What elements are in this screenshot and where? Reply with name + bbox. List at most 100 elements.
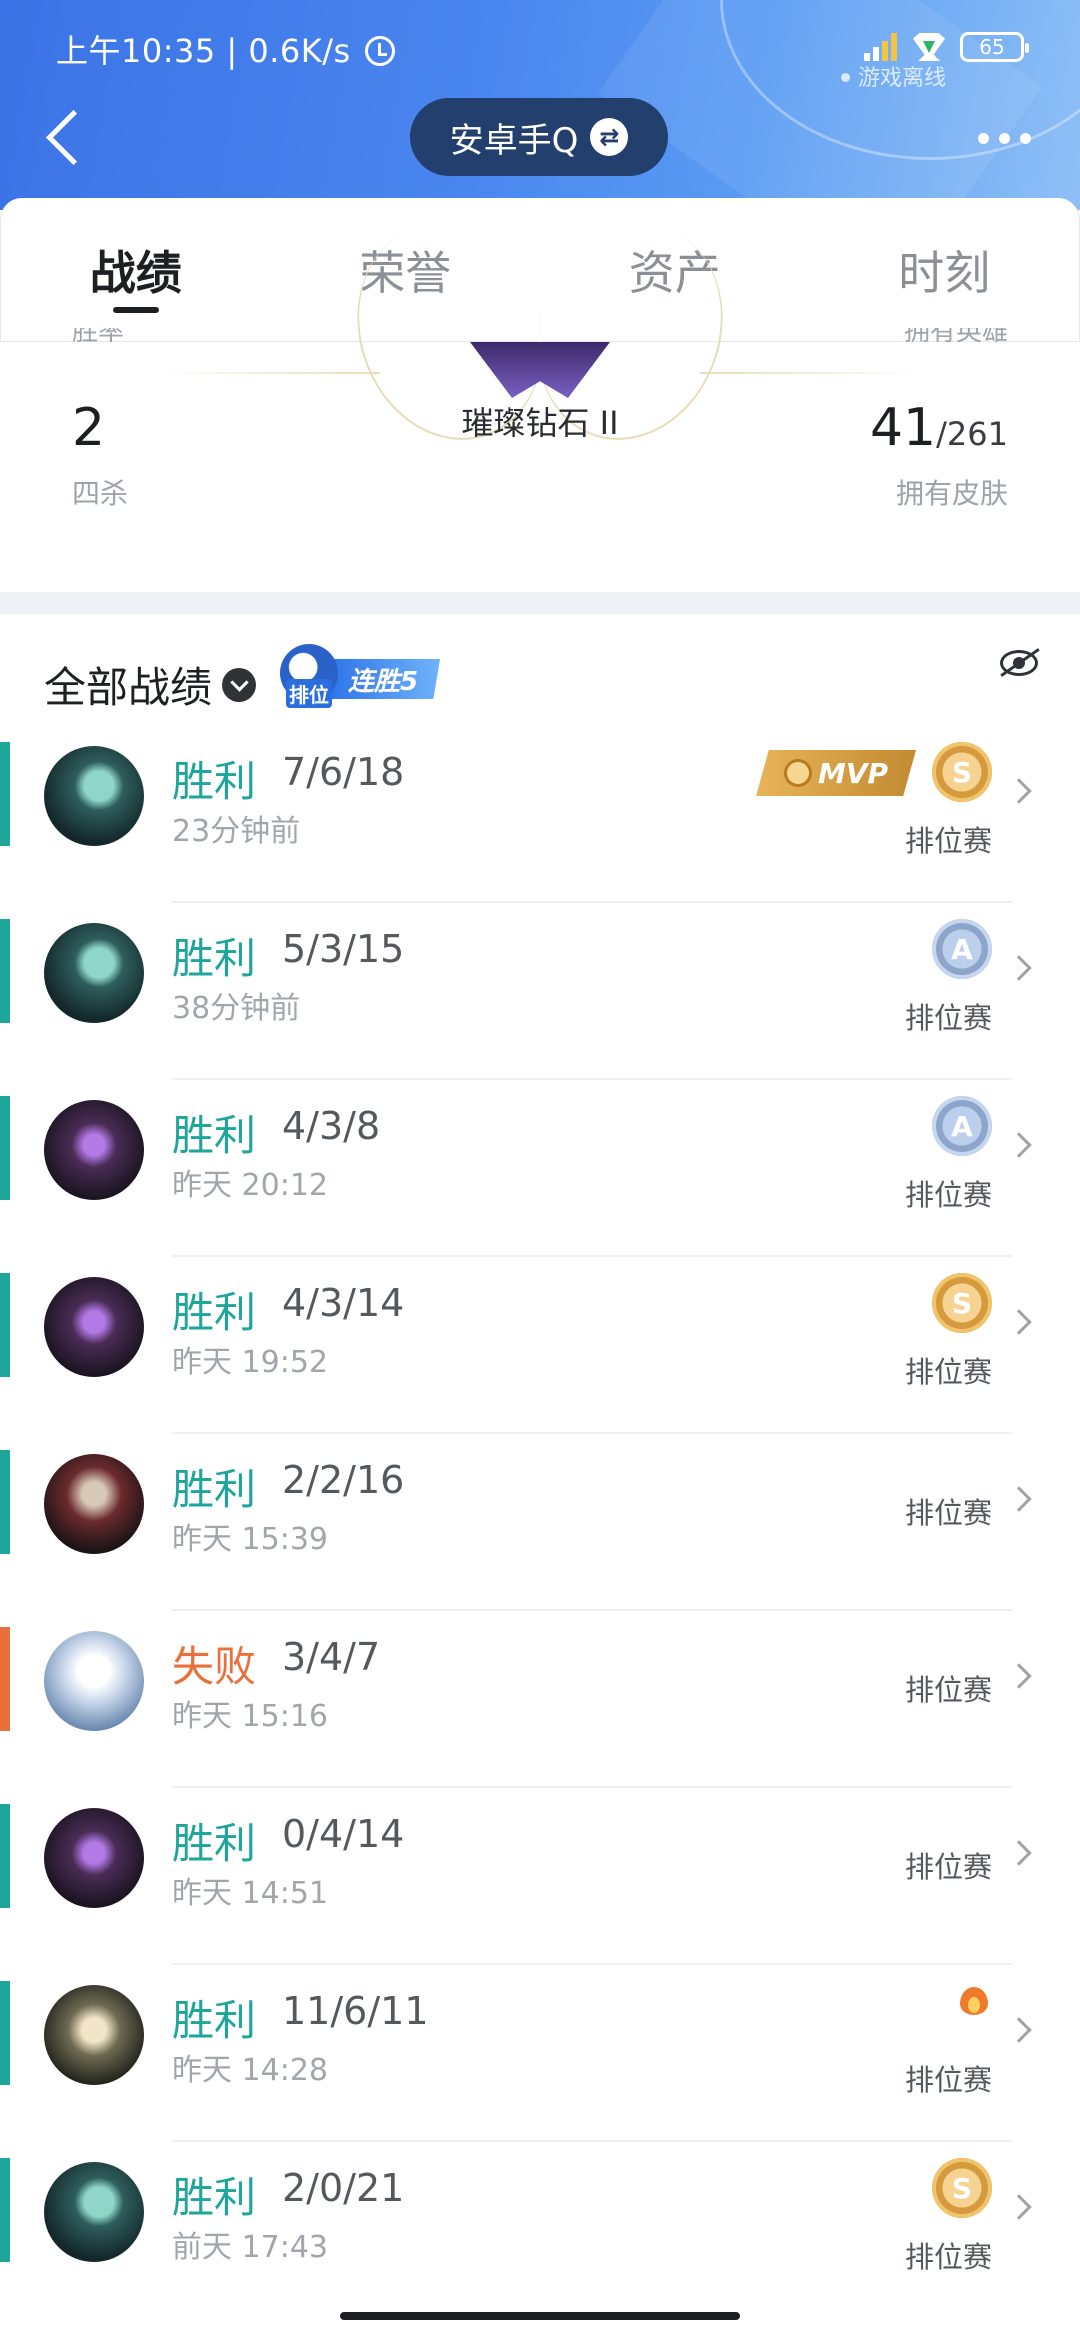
match-result: 胜利 — [172, 2173, 257, 2222]
win-rate-label: 胜率 — [72, 328, 125, 347]
tab-record[interactable]: 战绩 — [1, 198, 271, 341]
match-result: 胜利 — [172, 1111, 257, 1160]
mvp-coin-icon — [783, 759, 812, 787]
decor-line — [700, 372, 920, 374]
match-row[interactable]: 胜利 4/3/8 昨天 20:12 A 排位赛 — [0, 1080, 1080, 1257]
win-streak-badge: 排位 连胜5 — [280, 644, 441, 708]
chevron-right-icon — [1006, 2194, 1032, 2220]
chevron-right-icon — [1006, 1132, 1032, 1158]
battery-icon: 65 — [960, 32, 1029, 62]
offline-status: 游戏离线 — [841, 60, 946, 92]
match-row[interactable]: 胜利 0/4/14 昨天 14:51 排位赛 — [0, 1788, 1080, 1965]
match-time: 23分钟前 — [172, 814, 301, 849]
match-mode: 排位赛 — [904, 1673, 992, 1707]
match-time: 38分钟前 — [172, 991, 301, 1026]
mvp-label: MVP — [817, 756, 889, 790]
result-indicator-bar — [0, 2158, 10, 2262]
match-time: 昨天 20:12 — [172, 1168, 328, 1203]
match-row[interactable]: 胜利 5/3/15 38分钟前 A 排位赛 — [0, 903, 1080, 1080]
result-indicator-bar — [0, 1096, 10, 1200]
filter-label: 全部战绩 — [44, 663, 213, 712]
match-mode: 排位赛 — [904, 824, 992, 858]
hero-avatar — [44, 746, 144, 846]
fire-icon — [958, 1981, 990, 2017]
skins-label: 拥有皮肤 — [895, 477, 1008, 510]
penguin-mascot-icon: 排位 — [280, 644, 338, 708]
chevron-right-icon — [1006, 1840, 1032, 1866]
chevron-right-icon — [1006, 1309, 1032, 1335]
match-row[interactable]: 胜利 2/2/16 昨天 15:39 排位赛 — [0, 1434, 1080, 1611]
section-divider — [0, 592, 1080, 614]
match-kda: 11/6/11 — [282, 1989, 429, 2033]
match-result: 胜利 — [172, 1465, 257, 1514]
streak-label: 连胜5 — [328, 659, 441, 699]
match-kda: 7/6/18 — [282, 750, 405, 794]
match-mode: 排位赛 — [904, 1850, 992, 1884]
match-time: 昨天 14:28 — [172, 2053, 328, 2088]
result-indicator-bar — [0, 742, 10, 846]
match-time: 前天 17:43 — [172, 2230, 328, 2265]
grade-s-badge: S — [932, 742, 992, 802]
match-result: 胜利 — [172, 757, 257, 806]
signal-icon — [864, 33, 898, 61]
match-list: 胜利 7/6/18 23分钟前 MVP S 排位赛 胜利 5/3/15 38分钟前 A 排位赛 胜利 4… — [0, 726, 1080, 2319]
match-row[interactable]: 胜利 11/6/11 昨天 14:28 排位赛 — [0, 1965, 1080, 2142]
owned-heroes-label: 拥有英雄 — [903, 328, 1008, 347]
grade-a-badge: A — [932, 919, 992, 979]
match-mode: 排位赛 — [904, 1496, 992, 1530]
summary-panel: 胜率 拥有英雄 璀璨钻石 II 2 四杀 41/261 拥有皮肤 — [0, 197, 1080, 592]
system-icons: 65 — [864, 32, 1029, 62]
status-time-speed: 上午10:35 | 0.6K/s — [56, 32, 351, 70]
hero-avatar — [44, 923, 144, 1023]
match-result: 胜利 — [172, 1819, 257, 1868]
result-indicator-bar — [0, 1981, 10, 2085]
chevron-right-icon — [1006, 2017, 1032, 2043]
match-row[interactable]: 胜利 2/0/21 前天 17:43 S 排位赛 — [0, 2142, 1080, 2319]
match-filter-dropdown[interactable]: 全部战绩 — [44, 654, 257, 715]
match-kda: 3/4/7 — [282, 1635, 381, 1679]
home-indicator[interactable] — [340, 2312, 740, 2320]
chevron-right-icon — [1006, 778, 1032, 804]
hero-avatar — [44, 1100, 144, 1200]
wifi-icon — [912, 33, 946, 61]
match-kda: 2/0/21 — [282, 2166, 405, 2210]
match-time: 昨天 19:52 — [172, 1345, 328, 1380]
app-header: 上午10:35 | 0.6K/s 65 游戏离线 安卓手Q — [0, 0, 1080, 210]
result-indicator-bar — [0, 919, 10, 1023]
mvp-badge: MVP — [756, 750, 916, 796]
match-row[interactable]: 胜利 4/3/14 昨天 19:52 S 排位赛 — [0, 1257, 1080, 1434]
battery-level: 65 — [979, 35, 1005, 59]
match-mode: 排位赛 — [904, 1001, 992, 1035]
chevron-right-icon — [1006, 1663, 1032, 1689]
match-time: 昨天 15:39 — [172, 1522, 328, 1557]
status-bar: 上午10:35 | 0.6K/s — [56, 26, 396, 72]
match-time: 昨天 15:16 — [172, 1699, 328, 1734]
skins-count: 41/261 — [870, 398, 1008, 458]
more-icon[interactable] — [964, 118, 1044, 158]
alarm-icon — [365, 36, 396, 66]
match-kda: 4/3/8 — [282, 1104, 381, 1148]
eye-hidden-icon[interactable] — [1000, 650, 1038, 676]
match-result: 胜利 — [172, 1288, 257, 1337]
account-switch-button[interactable]: 安卓手Q — [410, 98, 668, 176]
chevron-right-icon — [1006, 955, 1032, 981]
grade-s-badge: S — [932, 1273, 992, 1333]
account-name: 安卓手Q — [449, 120, 579, 161]
match-row[interactable]: 胜利 7/6/18 23分钟前 MVP S 排位赛 — [0, 726, 1080, 903]
result-indicator-bar — [0, 1273, 10, 1377]
match-mode: 排位赛 — [904, 2240, 992, 2274]
back-arrow-icon[interactable] — [40, 106, 84, 170]
skins-total: /261 — [936, 415, 1008, 453]
hero-avatar — [44, 1985, 144, 2085]
chevron-right-icon — [1006, 1486, 1032, 1512]
result-indicator-bar — [0, 1804, 10, 1908]
streak-ranked-label: 排位 — [286, 679, 332, 708]
match-kda: 5/3/15 — [282, 927, 405, 971]
swap-icon — [590, 118, 629, 156]
match-row[interactable]: 失败 3/4/7 昨天 15:16 排位赛 — [0, 1611, 1080, 1788]
match-kda: 4/3/14 — [282, 1281, 405, 1325]
tab-moments[interactable]: 时刻 — [810, 198, 1080, 341]
match-result: 胜利 — [172, 1996, 257, 2045]
hero-avatar — [44, 1631, 144, 1731]
match-mode: 排位赛 — [904, 2063, 992, 2097]
